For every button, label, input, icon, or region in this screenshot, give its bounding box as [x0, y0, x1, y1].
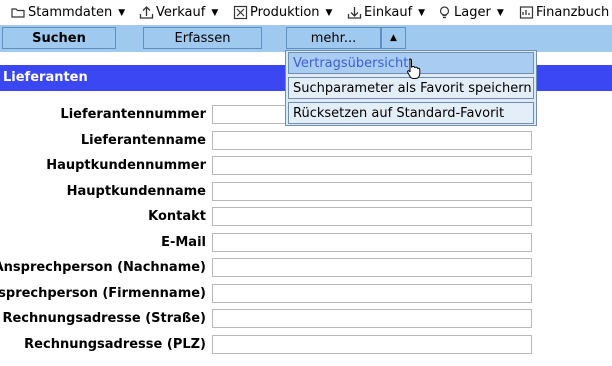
- section-title: Lieferanten: [3, 70, 88, 85]
- upload-icon: [139, 5, 154, 20]
- supplier-name-input[interactable]: [212, 131, 532, 150]
- caret-down-icon: ▼: [118, 7, 126, 18]
- menu-item-save-search-favorite[interactable]: Suchparameter als Favorit speichern: [288, 77, 534, 99]
- billing-street-input[interactable]: [212, 309, 532, 328]
- more-button[interactable]: mehr...: [286, 27, 381, 49]
- hand-cursor-icon: [407, 58, 421, 80]
- contact-person-company-input[interactable]: [212, 284, 532, 303]
- create-button[interactable]: Erfassen: [143, 27, 262, 49]
- more-toggle-button[interactable]: ▲: [381, 27, 406, 49]
- caret-down-icon: ▼: [211, 7, 219, 18]
- menu-label: Verkauf: [156, 5, 206, 20]
- folder-icon: [11, 5, 26, 20]
- ledger-icon: [519, 5, 534, 20]
- menu-produktion[interactable]: Produktion ▼: [233, 0, 332, 25]
- production-icon: [233, 5, 248, 20]
- menu-verkauf[interactable]: Verkauf ▼: [139, 0, 218, 25]
- caret-down-icon: ▼: [418, 7, 426, 18]
- contact-person-lastname-input[interactable]: [212, 258, 532, 277]
- menu-lager[interactable]: Lager ▼: [437, 0, 504, 25]
- menu-item-reset-standard-favorite[interactable]: Rücksetzen auf Standard-Favorit: [288, 102, 534, 124]
- bulb-icon: [437, 5, 452, 20]
- menu-label: Finanzbuch: [536, 5, 610, 20]
- action-toolbar: Suchen Erfassen mehr... ▲: [0, 25, 612, 52]
- form-row: Hauptkundenname: [0, 181, 612, 203]
- field-label: Lieferantenname: [80, 133, 206, 148]
- menu-stammdaten[interactable]: Stammdaten ▼: [11, 0, 125, 25]
- form-row: Hauptkundennummer: [0, 155, 612, 177]
- form-row: Ansprechperson (Nachname): [0, 257, 612, 279]
- field-label: Ansprechperson (Firmenname): [0, 286, 206, 301]
- field-label: Lieferantennummer: [60, 107, 206, 122]
- menu-einkauf[interactable]: Einkauf ▼: [347, 0, 425, 25]
- field-label: Hauptkundennummer: [46, 158, 206, 173]
- billing-zip-input[interactable]: [212, 335, 532, 354]
- form-row: Rechnungsadresse (Straße): [0, 308, 612, 330]
- search-button[interactable]: Suchen: [2, 27, 116, 49]
- field-label: Ansprechperson (Nachname): [0, 260, 206, 275]
- form-row: Rechnungsadresse (PLZ): [0, 334, 612, 356]
- field-label: Rechnungsadresse (Straße): [2, 311, 206, 326]
- field-label: Kontakt: [148, 209, 206, 224]
- menu-label: Lager: [454, 5, 491, 20]
- form-row: Kontakt: [0, 206, 612, 228]
- main-customer-number-input[interactable]: [212, 156, 532, 175]
- field-label: Hauptkundenname: [66, 184, 206, 199]
- form-row: Lieferantenname: [0, 130, 612, 152]
- form-row: Ansprechperson (Firmenname): [0, 283, 612, 305]
- contact-input[interactable]: [212, 207, 532, 226]
- field-label: E-Mail: [161, 235, 206, 250]
- caret-down-icon: ▼: [325, 7, 333, 18]
- email-input[interactable]: [212, 233, 532, 252]
- main-menu-bar: Stammdaten ▼ Verkauf ▼ Produktion ▼ Eink…: [0, 0, 612, 25]
- menu-label: Einkauf: [364, 5, 413, 20]
- menu-label: Produktion: [250, 5, 320, 20]
- form-row: E-Mail: [0, 232, 612, 254]
- caret-down-icon: ▼: [496, 7, 504, 18]
- menu-finanzbuch[interactable]: Finanzbuch: [519, 0, 609, 25]
- main-customer-name-input[interactable]: [212, 182, 532, 201]
- menu-label: Stammdaten: [28, 5, 113, 20]
- field-label: Rechnungsadresse (PLZ): [24, 337, 206, 352]
- download-icon: [347, 5, 362, 20]
